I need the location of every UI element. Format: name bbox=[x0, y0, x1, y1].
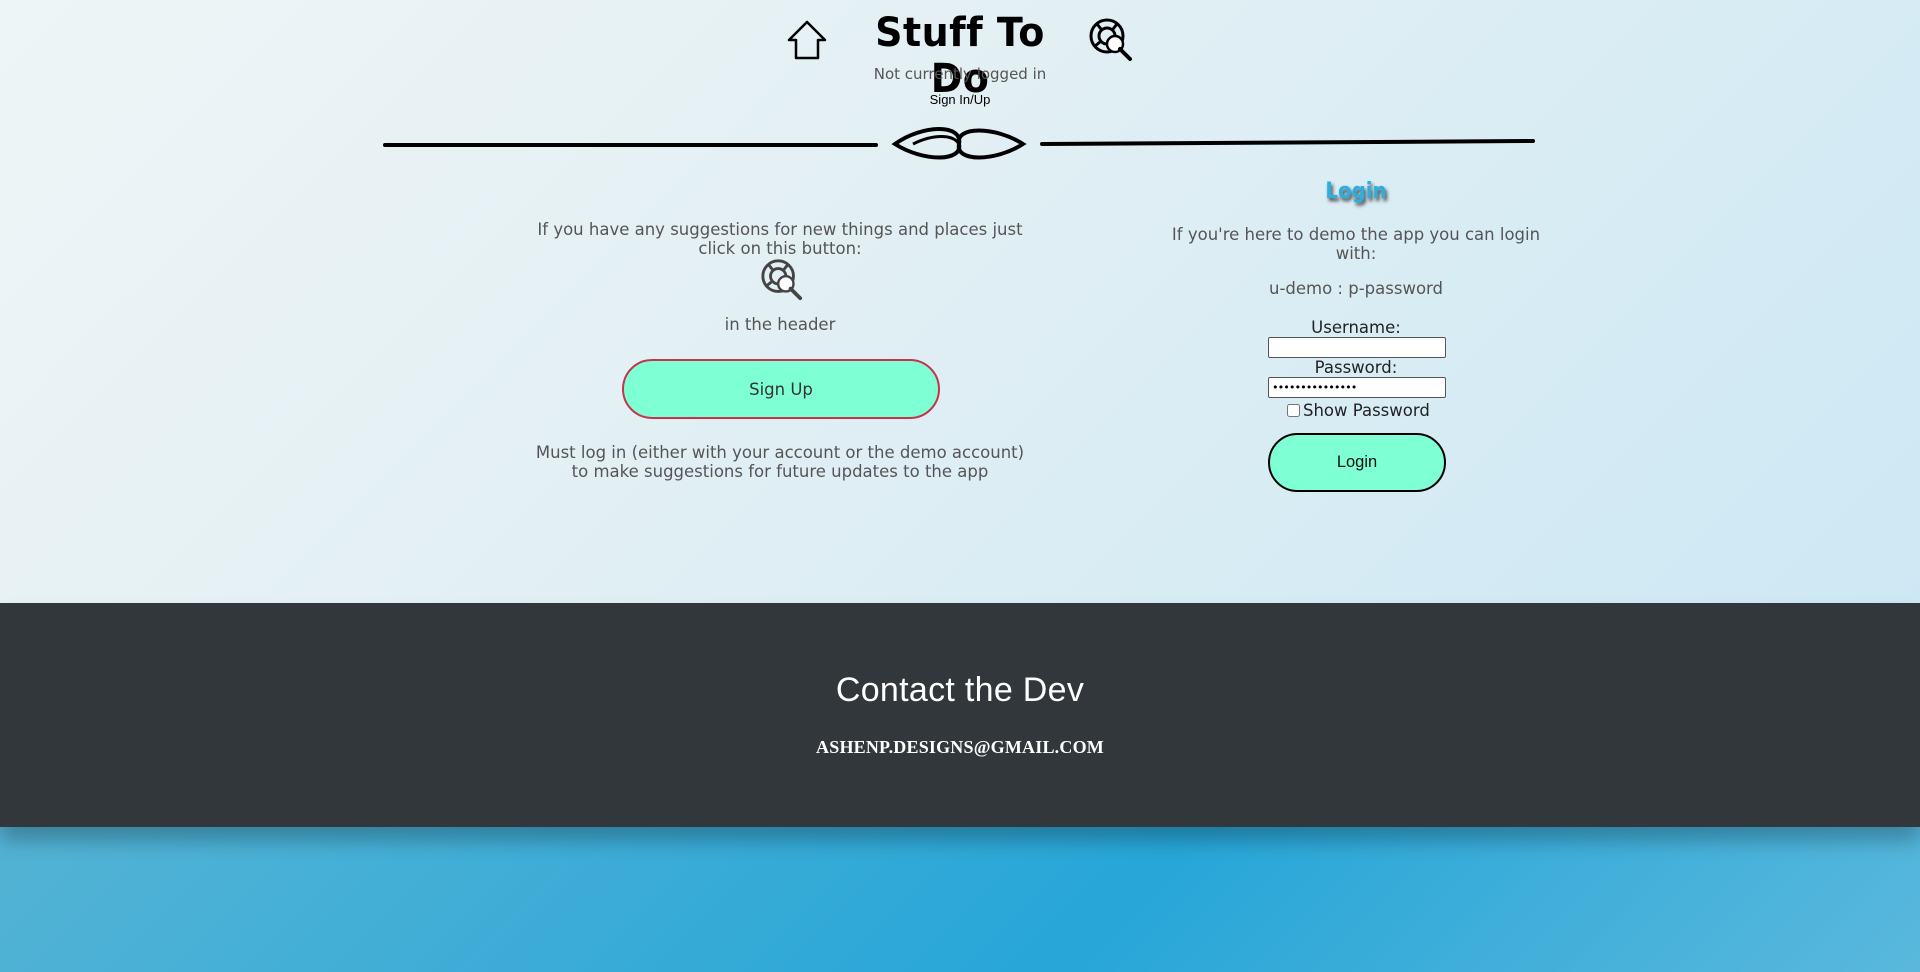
site-footer: Contact the Dev ashenp.designs@gmail.com bbox=[0, 603, 1920, 827]
password-label: Password: bbox=[1314, 358, 1398, 377]
lifebuoy-magnifier-icon bbox=[761, 259, 803, 301]
login-requirement-note: Must log in (either with your account or… bbox=[535, 443, 1025, 481]
show-password-checkbox[interactable] bbox=[1287, 403, 1300, 417]
username-field[interactable] bbox=[1268, 337, 1446, 358]
main-page: Stuff To Do Not currently logged in Sign… bbox=[0, 0, 1920, 603]
demo-credentials: u-demo : p-password bbox=[1268, 279, 1443, 298]
demo-info: If you're here to demo the app you can l… bbox=[1171, 225, 1541, 263]
site-title[interactable]: Stuff To Do bbox=[856, 10, 1065, 102]
site-header: Stuff To Do Not currently logged in Sign… bbox=[0, 0, 1920, 160]
sign-up-button[interactable]: Sign Up bbox=[622, 359, 940, 419]
contact-email-link[interactable]: ashenp.designs@gmail.com bbox=[0, 737, 1920, 758]
show-password-label: Show Password bbox=[1303, 400, 1430, 420]
suggestions-location: in the header bbox=[724, 315, 836, 334]
ornamental-divider bbox=[383, 127, 1535, 160]
contact-title: Contact the Dev bbox=[835, 671, 1085, 709]
username-label: Username: bbox=[1311, 318, 1401, 337]
suggestions-intro: If you have any suggestions for new thin… bbox=[537, 220, 1023, 258]
password-field[interactable] bbox=[1268, 377, 1446, 398]
show-password-row: Show Password bbox=[1287, 400, 1430, 420]
login-button[interactable]: Login bbox=[1268, 433, 1446, 492]
home-icon[interactable] bbox=[785, 18, 829, 62]
sign-in-link[interactable]: Sign In/Up bbox=[860, 92, 1060, 107]
lifebuoy-magnifier-icon[interactable] bbox=[1088, 17, 1134, 63]
login-status: Not currently logged in bbox=[873, 65, 1047, 83]
login-heading: Login bbox=[1325, 179, 1387, 204]
